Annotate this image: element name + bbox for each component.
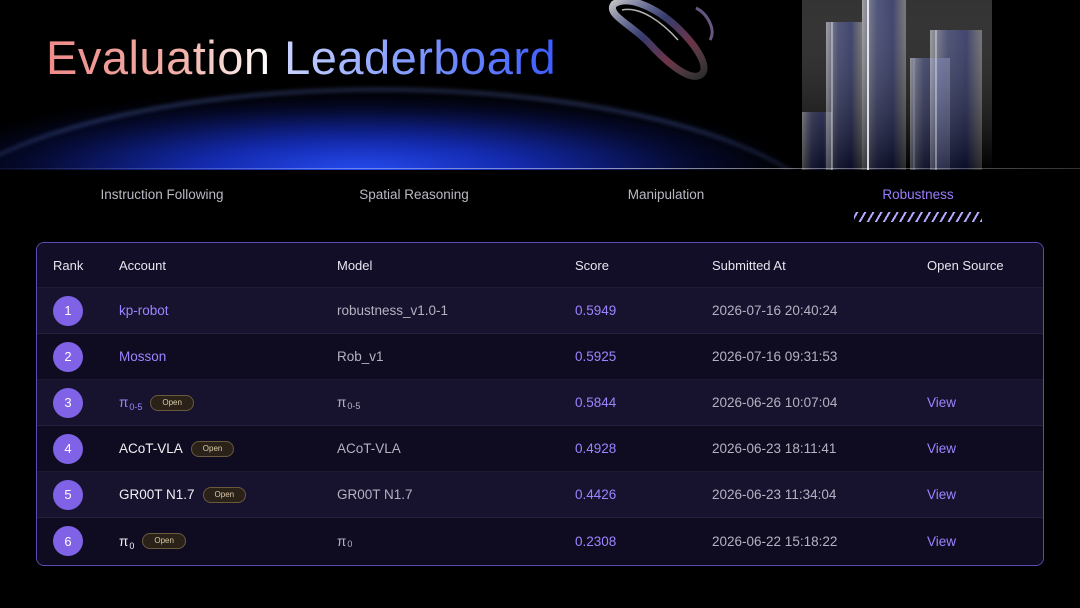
page-title-word-2: Leaderboard [284,31,557,84]
column-header-rank: Rank [53,257,84,273]
submitted-at: 2026-06-23 18:11:41 [712,441,837,456]
active-tab-indicator [854,212,982,222]
view-link[interactable]: View [927,534,956,549]
account-link[interactable]: Mosson [119,349,166,364]
model-name: Rob_v1 [337,349,384,364]
score-value: 0.5949 [575,303,617,318]
table-row: 6 π0 Open π0 0.2308 2026-06-22 15:18:22 … [37,518,1043,564]
score-value: 0.4426 [575,487,617,502]
glass-ring-graphic [609,0,714,80]
account-link[interactable]: GR00T N1.7 [119,487,195,502]
model-name-text: π [337,533,347,549]
model-subscript: 0-5 [347,400,361,411]
account-subscript: 0 [129,540,135,551]
table-row: 1 kp-robot robustness_v1.0-1 0.5949 2026… [37,288,1043,334]
open-tag: Open [202,486,247,503]
account-name: π [119,395,129,410]
table-row: 3 π0-5 Open π 0-5 0.5844 2026-06-26 10:07… [37,380,1043,426]
account-subscript: 0-5 [129,402,143,412]
open-tag: Open [150,394,194,411]
column-header-submitted-at: Submitted At [712,257,786,273]
rank-badge: 3 [53,387,83,418]
model-name: robustness_v1.0-1 [337,303,449,318]
tab-instruction-following[interactable]: Instruction Following [36,170,288,232]
submitted-at: 2026-07-16 09:31:53 [712,349,838,364]
tab-label: Instruction Following [100,187,224,202]
account-link[interactable]: π0-5 [119,395,143,412]
tab-manipulation[interactable]: Manipulation [540,170,792,232]
hero-divider [0,168,1080,169]
score-value: 0.5925 [575,349,617,364]
score-value: 0.5844 [575,395,617,410]
table-row: 2 Mosson Rob_v1 0.5925 2026-07-16 09:31:… [37,334,1043,380]
rank-badge: 5 [53,479,83,510]
page-title: Evaluation Leaderboard [46,30,556,85]
model-name: GR00T N1.7 [337,487,413,502]
column-header-score: Score [575,257,609,273]
tab-label: Robustness [882,187,954,202]
tab-spatial-reasoning[interactable]: Spatial Reasoning [288,170,540,232]
table-row: 4 ACoT-VLA Open ACoT-VLA 0.4928 2026-06-… [37,426,1043,472]
model-name-text: π [337,395,347,410]
glass-towers-graphic [802,0,992,170]
column-header-model: Model [337,257,373,273]
submitted-at: 2026-07-16 20:40:24 [712,303,838,318]
account-link[interactable]: π0 [119,533,135,551]
account-name: π [119,533,129,549]
score-value: 0.2308 [575,533,617,549]
open-tag: Open [190,440,235,457]
rank-badge: 1 [53,295,83,326]
model-subscript: 0 [347,539,353,549]
tab-robustness[interactable]: Robustness [792,170,1044,232]
column-header-account: Account [119,257,166,273]
submitted-at: 2026-06-26 10:07:04 [712,395,838,410]
account-link[interactable]: kp-robot [119,303,169,318]
submitted-at: 2026-06-23 11:34:04 [712,487,837,502]
table-header-row: Rank Account Model Score Submitted At Op… [37,243,1043,288]
leaderboard-table: Rank Account Model Score Submitted At Op… [36,242,1044,566]
view-link[interactable]: View [927,487,956,502]
model-name: π 0-5 [337,380,360,425]
rank-badge: 4 [53,433,83,464]
tab-label: Manipulation [627,187,705,202]
model-name: π0 [337,518,352,564]
model-name: ACoT-VLA [337,441,401,456]
account-link[interactable]: ACoT-VLA [119,441,183,456]
score-value: 0.4928 [575,441,617,456]
view-link[interactable]: View [927,395,956,410]
table-row: 5 GR00T N1.7 Open GR00T N1.7 0.4426 2026… [37,472,1043,518]
rank-badge: 2 [53,341,83,372]
category-tabs: Instruction Following Spatial Reasoning … [36,170,1044,232]
submitted-at: 2026-06-22 15:18:22 [712,533,838,549]
open-tag: Open [142,533,186,549]
rank-badge: 6 [53,526,83,556]
column-header-open-source: Open Source [927,257,1004,273]
hero-banner: Evaluation Leaderboard [0,0,1080,170]
page-title-word-1: Evaluation [46,31,271,84]
view-link[interactable]: View [927,441,956,456]
tab-label: Spatial Reasoning [359,187,469,202]
